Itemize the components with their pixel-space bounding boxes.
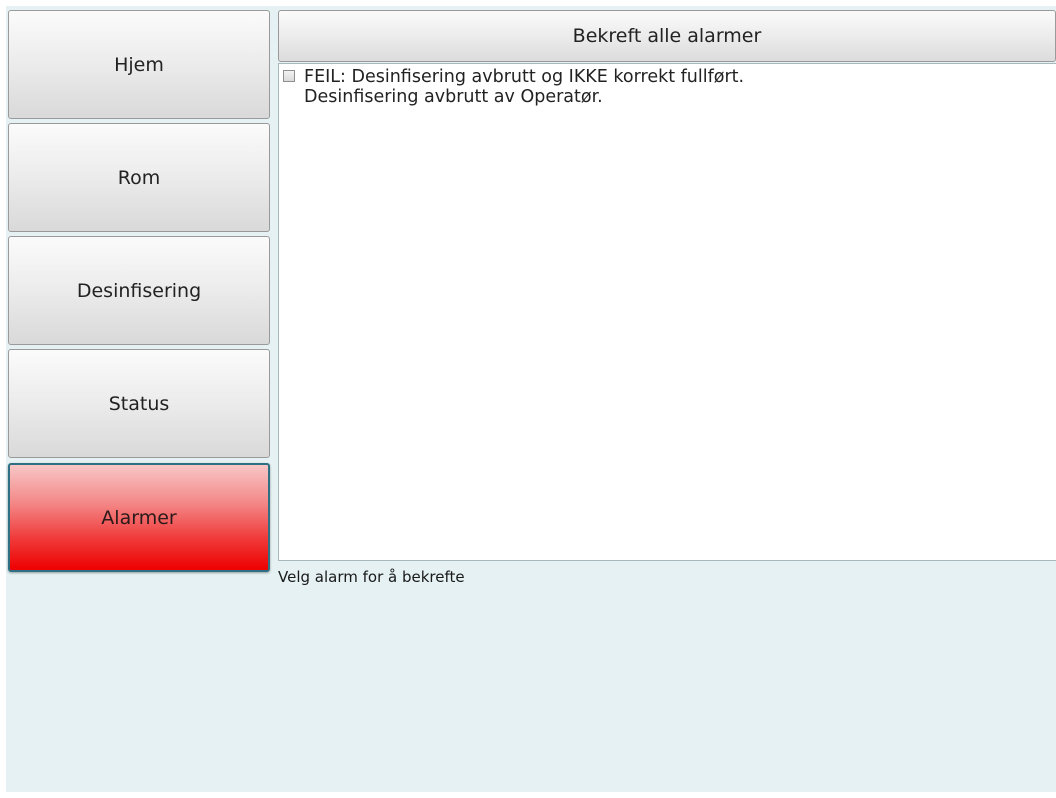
nav-button-hjem[interactable]: Hjem	[8, 10, 270, 119]
app-window: Hjem Rom Desinfisering Status Alarmer Be…	[6, 6, 1056, 792]
alarm-message-line: Desinfisering avbrutt av Operatør.	[304, 87, 603, 107]
nav-button-label: Hjem	[114, 53, 164, 76]
nav-button-label: Desinfisering	[76, 279, 202, 302]
nav-button-label: Alarmer	[101, 506, 177, 529]
alarm-list[interactable]: FEIL: Desinfisering avbrutt og IKKE korr…	[278, 63, 1056, 561]
nav-button-alarmer[interactable]: Alarmer	[8, 463, 270, 572]
nav-button-label: Status	[108, 392, 170, 415]
nav-button-label: Rom	[117, 166, 161, 189]
confirm-hint-text: Velg alarm for å bekrefte	[278, 568, 465, 586]
alarm-list-item[interactable]: FEIL: Desinfisering avbrutt og IKKE korr…	[283, 67, 744, 107]
alarm-message-line: FEIL: Desinfisering avbrutt og IKKE korr…	[304, 67, 745, 87]
nav-button-status[interactable]: Status	[8, 349, 270, 458]
nav-button-desinfisering[interactable]: Desinfisering	[8, 236, 270, 345]
alarm-checkbox[interactable]	[283, 70, 295, 82]
confirm-all-label: Bekreft alle alarmer	[572, 25, 762, 47]
confirm-all-alarms-button[interactable]: Bekreft alle alarmer	[278, 10, 1056, 62]
nav-button-rom[interactable]: Rom	[8, 123, 270, 232]
alarm-message: FEIL: Desinfisering avbrutt og IKKE korr…	[304, 67, 744, 107]
